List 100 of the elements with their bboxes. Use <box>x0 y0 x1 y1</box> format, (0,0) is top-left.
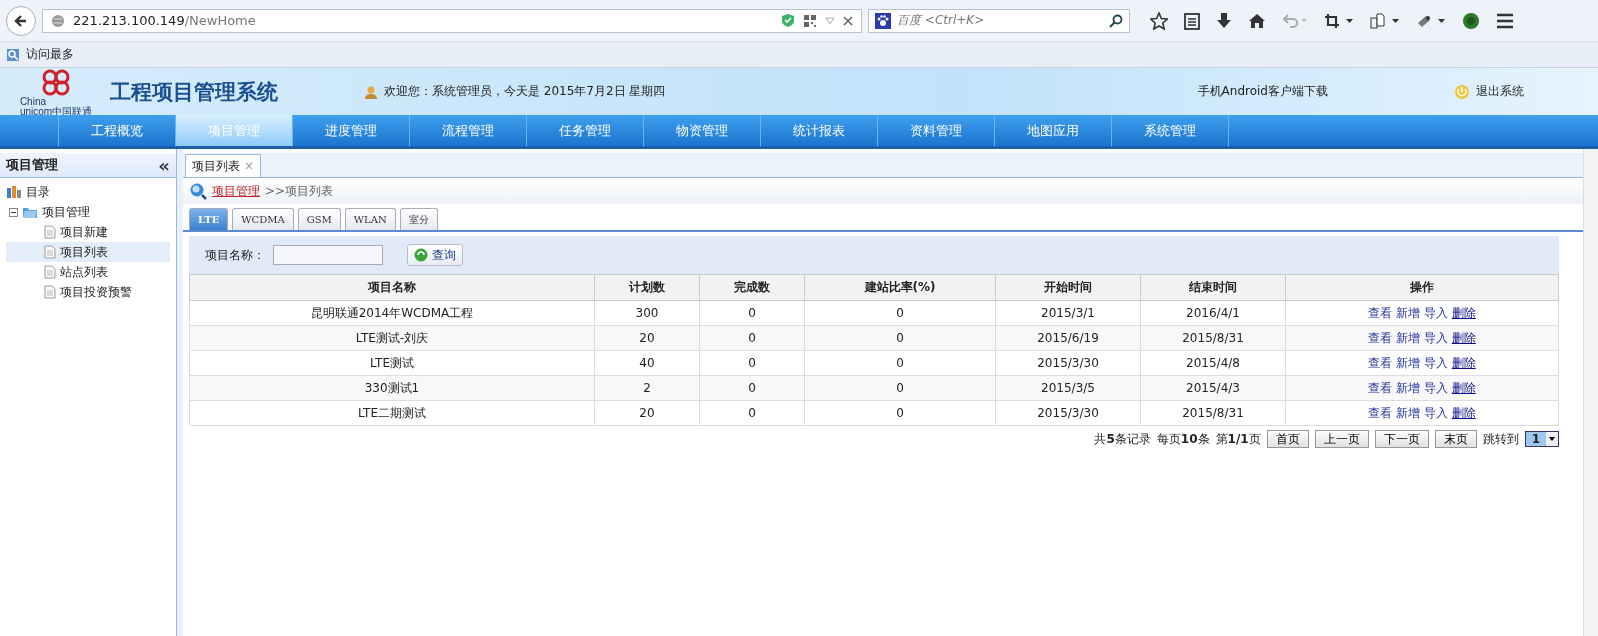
paw-icon <box>875 12 891 29</box>
nav-tab[interactable]: 统计报表 <box>761 115 878 146</box>
table-cell: 2016/4/1 <box>1140 300 1286 326</box>
star-icon[interactable] <box>1150 11 1168 30</box>
action-link[interactable]: 删除 <box>1451 405 1476 420</box>
address-bar[interactable]: 221.213.100.149/NewHome <box>42 8 862 33</box>
record-count: 共5条记录 <box>1094 430 1151 448</box>
table-cell: 0 <box>699 400 805 426</box>
tree-item[interactable]: 项目投资预警 <box>6 282 170 302</box>
close-icon[interactable] <box>843 15 853 26</box>
action-link[interactable]: 导入 <box>1423 405 1448 420</box>
crop-icon[interactable] <box>1324 12 1354 29</box>
action-link[interactable]: 删除 <box>1451 330 1476 345</box>
table-cell: 2015/3/30 <box>995 400 1141 426</box>
action-link[interactable]: 新增 <box>1396 380 1421 395</box>
tree-item[interactable]: 目录 <box>26 183 50 201</box>
page-select[interactable]: 1 <box>1524 431 1559 447</box>
action-link[interactable]: 查看 <box>1368 330 1393 345</box>
collapse-button[interactable]: « <box>158 154 170 176</box>
action-link[interactable]: 删除 <box>1451 355 1476 370</box>
action-link[interactable]: 导入 <box>1423 305 1448 320</box>
action-link[interactable]: 新增 <box>1396 305 1421 320</box>
refresh-icon <box>414 248 428 262</box>
table-cell: 0 <box>804 350 996 376</box>
user-icon <box>364 84 378 99</box>
jump-label: 跳转到 <box>1482 430 1519 448</box>
table-cell: 2015/8/31 <box>1140 400 1286 426</box>
action-link[interactable]: 查看 <box>1368 380 1393 395</box>
page-icon[interactable] <box>1370 12 1400 29</box>
table-cell: 2015/6/19 <box>995 325 1141 351</box>
table-cell: 2015/3/1 <box>995 300 1141 326</box>
action-link[interactable]: 删除 <box>1451 380 1476 395</box>
table-cell: 2015/3/5 <box>995 375 1141 401</box>
pager-button[interactable]: 下一页 <box>1374 430 1429 448</box>
table-cell: 昆明联通2014年WCDMA工程 <box>189 300 595 326</box>
project-name-field[interactable] <box>273 245 383 265</box>
pager-button[interactable]: 上一页 <box>1314 430 1369 448</box>
page-size: 每页10条 <box>1156 430 1210 448</box>
table-cell: 0 <box>804 400 996 426</box>
books-icon <box>6 185 22 199</box>
breadcrumb-link[interactable]: 项目管理 <box>212 182 260 200</box>
column-header: 计划数 <box>594 274 700 301</box>
download-icon[interactable] <box>1216 11 1232 30</box>
pager-button[interactable]: 末页 <box>1434 430 1477 448</box>
menu-icon[interactable] <box>1496 12 1514 29</box>
tree-item[interactable]: 项目列表 <box>6 242 170 262</box>
pager-button[interactable]: 首页 <box>1266 430 1309 448</box>
action-link[interactable]: 查看 <box>1368 405 1393 420</box>
nav-tab[interactable]: 资料管理 <box>878 115 995 146</box>
page-tab[interactable]: 项目列表 × <box>185 154 262 177</box>
network-tab[interactable]: WCDMA <box>232 208 294 230</box>
table-cell: LTE测试-刘庆 <box>189 325 595 351</box>
reading-list-icon[interactable] <box>1184 11 1200 30</box>
table-cell: 330测试1 <box>189 375 595 401</box>
nav-tab[interactable]: 进度管理 <box>293 115 410 146</box>
action-link[interactable]: 查看 <box>1368 355 1393 370</box>
back-button[interactable] <box>6 5 36 36</box>
logout-link[interactable]: 退出系统 <box>1476 83 1524 100</box>
column-header: 建站比率(%) <box>804 274 996 301</box>
profile-badge-icon[interactable] <box>1462 11 1480 30</box>
bookmark-link[interactable]: 访问最多 <box>26 46 74 63</box>
column-header: 项目名称 <box>189 274 595 301</box>
action-link[interactable]: 导入 <box>1423 380 1448 395</box>
magnifier-icon <box>189 182 207 200</box>
qr-code-icon[interactable] <box>803 13 817 28</box>
table-cell: 0 <box>804 300 996 326</box>
document-icon <box>44 245 56 259</box>
column-header: 开始时间 <box>995 274 1141 301</box>
table-cell: 0 <box>699 350 805 376</box>
table-cell: 2015/3/30 <box>995 350 1141 376</box>
shield-icon <box>781 13 795 28</box>
page-indicator: 第1/1页 <box>1215 430 1261 448</box>
scrollbar[interactable] <box>1583 149 1598 636</box>
tree-item[interactable]: 站点列表 <box>6 262 170 282</box>
tree-item[interactable]: 项目新建 <box>6 222 170 242</box>
folder-icon <box>22 205 38 219</box>
action-link[interactable]: 导入 <box>1423 355 1448 370</box>
nav-tab[interactable]: 地图应用 <box>995 115 1112 146</box>
network-tab[interactable]: 室分 <box>399 208 438 230</box>
android-download-link[interactable]: 手机Android客户端下载 <box>1197 83 1328 100</box>
tree-item[interactable]: 项目管理 <box>42 203 90 221</box>
table-cell: LTE二期测试 <box>189 400 595 426</box>
nav-tab[interactable]: 任务管理 <box>527 115 644 146</box>
action-link[interactable]: 导入 <box>1423 330 1448 345</box>
action-link[interactable]: 新增 <box>1396 405 1421 420</box>
collapse-toggle-icon[interactable] <box>9 207 18 217</box>
search-field[interactable]: 百度 <Ctrl+K> <box>868 8 1130 33</box>
action-link[interactable]: 新增 <box>1396 330 1421 345</box>
action-link[interactable]: 新增 <box>1396 355 1421 370</box>
search-icon[interactable] <box>1109 13 1123 28</box>
back-arrow-icon <box>14 13 28 28</box>
table-cell: 40 <box>594 350 700 376</box>
home-icon[interactable] <box>1248 12 1266 29</box>
nav-tab[interactable]: 物资管理 <box>644 115 761 146</box>
network-tab[interactable]: GSM <box>297 208 341 230</box>
query-button[interactable]: 查询 <box>407 244 463 266</box>
action-link[interactable]: 查看 <box>1368 305 1393 320</box>
network-tab[interactable]: WLAN <box>344 208 396 230</box>
action-link[interactable]: 删除 <box>1451 305 1476 320</box>
nav-tab[interactable]: 系统管理 <box>1112 115 1229 146</box>
